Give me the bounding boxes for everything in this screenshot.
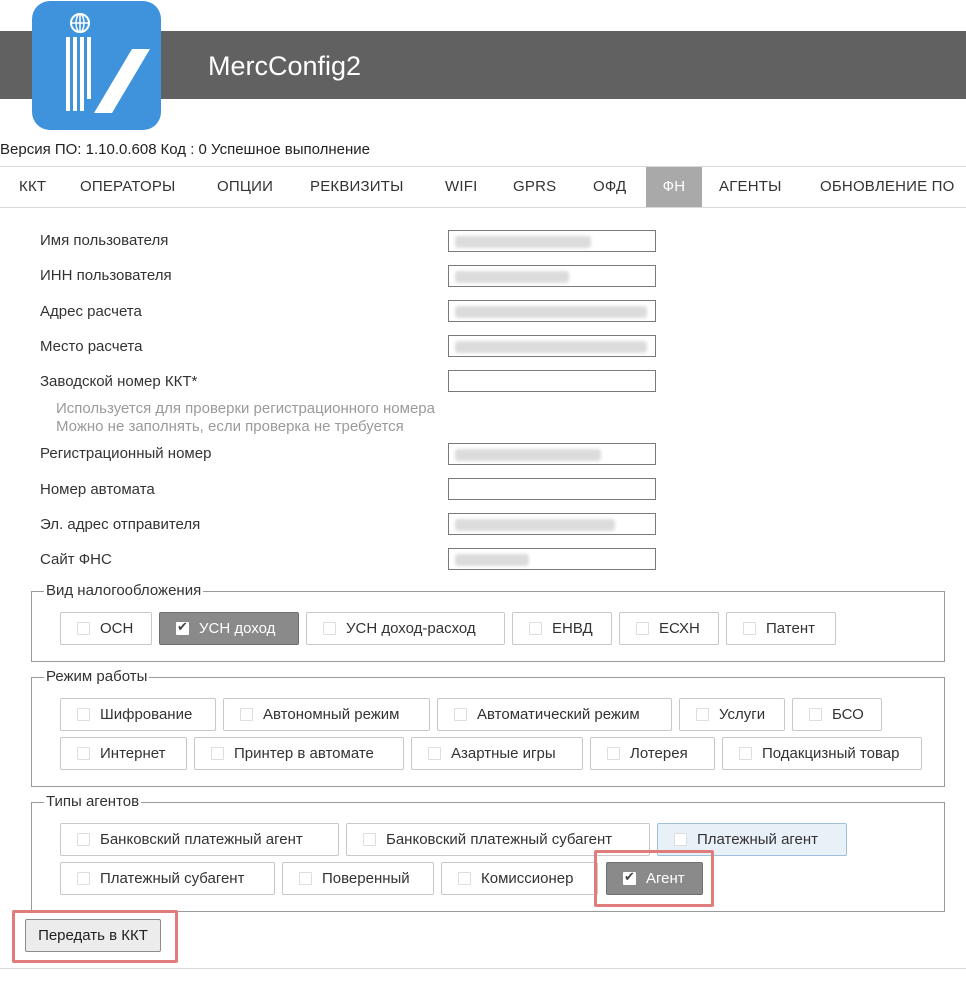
tax-usn-income-expense-option[interactable]: УСН доход-расход: [306, 612, 505, 645]
checkbox-icon: [674, 833, 687, 846]
checkbox-icon: [739, 747, 752, 760]
mode-lottery-option[interactable]: Лотерея: [590, 737, 715, 770]
tax-patent-option[interactable]: Патент: [726, 612, 836, 645]
checkbox-icon: [363, 833, 376, 846]
checkbox-icon: [77, 747, 90, 760]
tabs-divider-bottom: [0, 207, 966, 208]
tab-fn[interactable]: ФН: [646, 167, 702, 207]
reg-number-label: Регистрационный номер: [40, 445, 212, 462]
checkbox-icon: [211, 747, 224, 760]
mode-gambling-option[interactable]: Азартные игры: [411, 737, 583, 770]
checkbox-icon: [77, 622, 90, 635]
mode-printer-option[interactable]: Принтер в автомате: [194, 737, 404, 770]
mode-automatic-option[interactable]: Автоматический режим: [437, 698, 672, 731]
tax-eshn-option[interactable]: ЕСХН: [619, 612, 719, 645]
fns-site-field[interactable]: [448, 548, 656, 570]
checkbox-checked-icon: [176, 619, 189, 635]
sender-email-field[interactable]: [448, 513, 656, 535]
agent-types-legend: Типы агентов: [44, 793, 142, 810]
mode-autonomous-option[interactable]: Автономный режим: [223, 698, 430, 731]
tab-requisites[interactable]: РЕКВИЗИТЫ: [310, 178, 404, 195]
user-inn-label: ИНН пользователя: [40, 267, 172, 284]
agent-attorney-option[interactable]: Поверенный: [282, 862, 434, 895]
checkbox-icon: [696, 708, 709, 721]
tab-options[interactable]: ОПЦИИ: [217, 178, 273, 195]
agent-payment-subagent-option[interactable]: Платежный субагент: [60, 862, 275, 895]
mode-bso-option[interactable]: БСО: [792, 698, 882, 731]
tab-kkt[interactable]: ККТ: [19, 178, 46, 195]
tabs-divider-top: [0, 166, 966, 167]
tab-gprs[interactable]: GPRS: [513, 178, 556, 195]
app-logo-icon: [32, 1, 161, 130]
machine-number-field[interactable]: [448, 478, 656, 500]
tab-ofd[interactable]: ОФД: [593, 178, 626, 195]
tab-update[interactable]: ОБНОВЛЕНИЕ ПО: [820, 178, 955, 195]
checkbox-icon: [299, 872, 312, 885]
mode-excise-option[interactable]: Подакцизный товар: [722, 737, 922, 770]
factory-hint-2: Можно не заполнять, если проверка не тре…: [56, 418, 404, 435]
checkbox-icon: [240, 708, 253, 721]
tab-operators[interactable]: ОПЕРАТОРЫ: [80, 178, 176, 195]
status-line: Версия ПО: 1.10.0.608 Код : 0 Успешное вы…: [0, 141, 374, 158]
reg-number-field[interactable]: [448, 443, 656, 465]
machine-number-label: Номер автомата: [40, 481, 155, 498]
agent-highlight-frame: [594, 850, 714, 907]
checkbox-icon: [607, 747, 620, 760]
status-code-text: Код : 0 Успешное выполнение: [160, 141, 370, 158]
agent-commissioner-option[interactable]: Комиссионер: [441, 862, 598, 895]
agent-bank-payment-option[interactable]: Банковский платежный агент: [60, 823, 339, 856]
checkbox-icon: [428, 747, 441, 760]
work-mode-legend: Режим работы: [44, 668, 150, 685]
checkbox-icon: [323, 622, 336, 635]
checkbox-icon: [454, 708, 467, 721]
checkbox-icon: [458, 872, 471, 885]
mode-internet-option[interactable]: Интернет: [60, 737, 187, 770]
tab-wifi[interactable]: WIFI: [445, 178, 477, 195]
user-name-label: Имя пользователя: [40, 232, 169, 249]
factory-hint-1: Используется для проверки регистрационно…: [56, 400, 435, 417]
user-inn-field[interactable]: [448, 265, 656, 287]
tax-envd-option[interactable]: ЕНВД: [512, 612, 612, 645]
calc-place-label: Место расчета: [40, 338, 143, 355]
work-mode-group: [31, 677, 945, 787]
tab-agents[interactable]: АГЕНТЫ: [719, 178, 782, 195]
calc-address-label: Адрес расчета: [40, 303, 142, 320]
checkbox-icon: [743, 622, 756, 635]
user-name-field[interactable]: [448, 230, 656, 252]
sender-email-label: Эл. адрес отправителя: [40, 516, 201, 533]
bottom-divider: [0, 968, 966, 969]
factory-number-field[interactable]: [448, 370, 656, 392]
checkbox-icon: [77, 833, 90, 846]
tax-osn-option[interactable]: ОСН: [60, 612, 152, 645]
fns-site-label: Сайт ФНС: [40, 551, 112, 568]
agent-types-group: [31, 802, 945, 912]
checkbox-icon: [77, 872, 90, 885]
taxation-legend: Вид налогообложения: [44, 582, 204, 599]
send-highlight-frame: [12, 910, 178, 963]
checkbox-icon: [636, 622, 649, 635]
calc-place-field[interactable]: [448, 335, 656, 357]
mode-encryption-option[interactable]: Шифрование: [60, 698, 216, 731]
checkbox-icon: [77, 708, 90, 721]
checkbox-icon: [529, 622, 542, 635]
version-text: Версия ПО: 1.10.0.608: [0, 141, 157, 158]
app-title: MercConfig2: [208, 51, 362, 81]
checkbox-icon: [809, 708, 822, 721]
tax-usn-income-option[interactable]: УСН доход: [159, 612, 299, 645]
mode-services-option[interactable]: Услуги: [679, 698, 785, 731]
calc-address-field[interactable]: [448, 300, 656, 322]
factory-number-label: Заводской номер ККТ*: [40, 373, 198, 390]
